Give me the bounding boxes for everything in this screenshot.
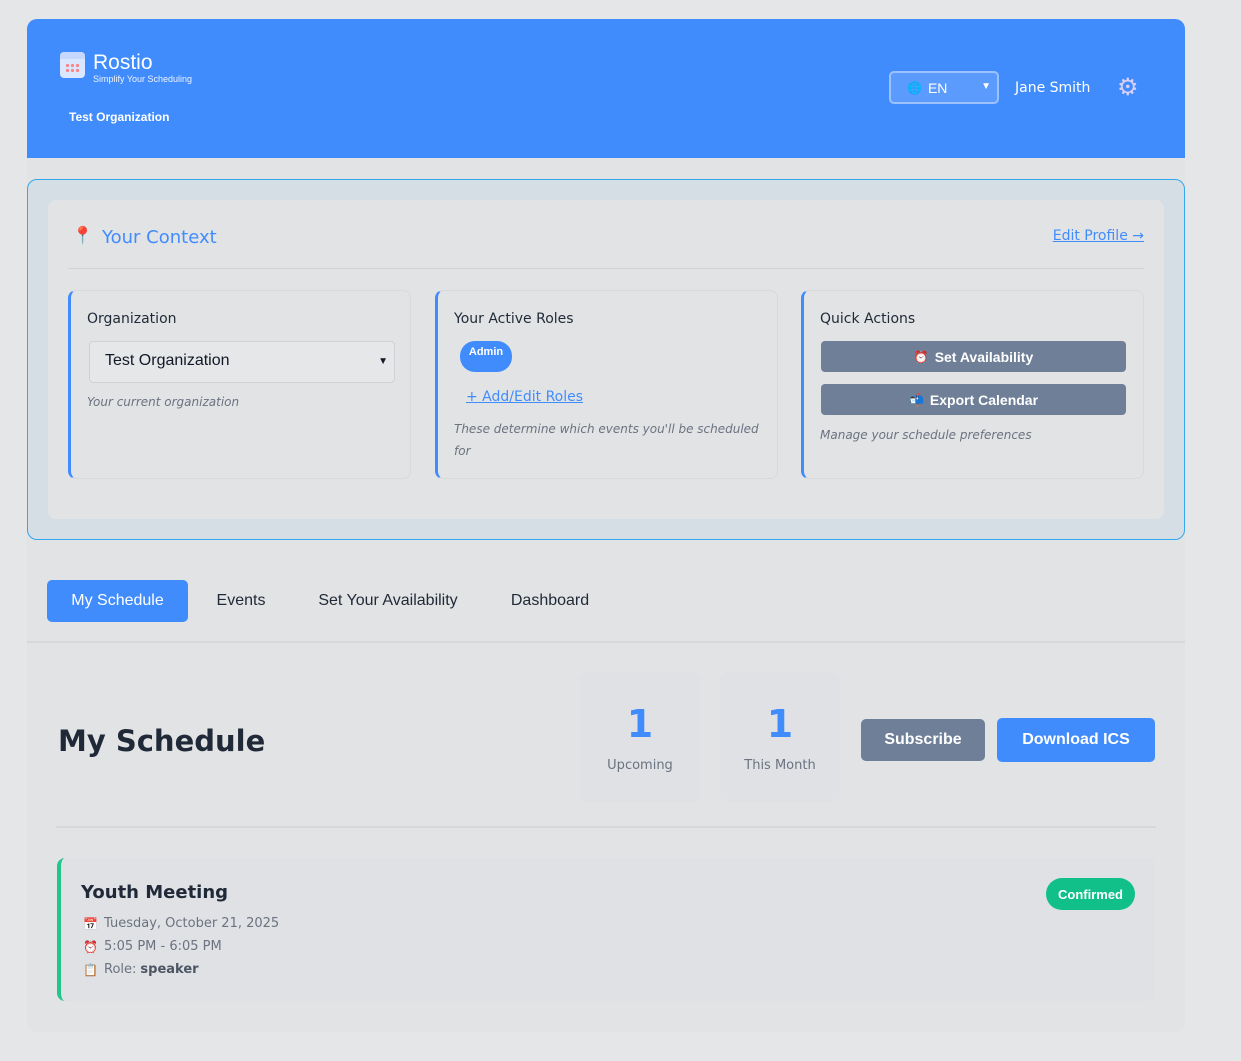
gear-icon[interactable]: ⚙ xyxy=(1117,75,1139,99)
organization-card: Organization Test Organization ▼ Your cu… xyxy=(68,290,411,479)
app-window: Rostio Simplify Your Scheduling Test Org… xyxy=(27,19,1185,1032)
roles-label: Your Active Roles xyxy=(454,311,574,327)
alarm-clock-icon: ⏰ xyxy=(83,939,98,954)
header: Rostio Simplify Your Scheduling Test Org… xyxy=(27,19,1185,158)
roles-note-line2: for xyxy=(454,444,471,458)
stat-label: Upcoming xyxy=(607,758,673,773)
roles-note-line1: These determine which events you'll be s… xyxy=(454,422,759,436)
tab-dashboard[interactable]: Dashboard xyxy=(493,580,607,622)
status-badge: Confirmed xyxy=(1046,878,1135,910)
divider xyxy=(56,826,1156,828)
header-organization: Test Organization xyxy=(69,110,170,124)
event-card[interactable]: Youth Meeting 📅 Tuesday, October 21, 202… xyxy=(57,858,1155,1001)
roles-card: Your Active Roles Admin + Add/Edit Roles… xyxy=(435,290,778,479)
event-time: ⏰ 5:05 PM - 6:05 PM xyxy=(83,939,222,954)
export-calendar-label: Export Calendar xyxy=(929,391,1039,408)
organization-select-value: Test Organization xyxy=(105,352,230,369)
globe-icon: 🌐 xyxy=(907,80,922,95)
context-inner: 📍 Your Context Edit Profile → Organizati… xyxy=(48,200,1164,519)
calendar-logo-icon xyxy=(60,52,85,78)
quick-actions-label: Quick Actions xyxy=(820,311,916,327)
stat-label: This Month xyxy=(744,758,816,773)
set-availability-label: Set Availability xyxy=(934,348,1034,365)
page-title: My Schedule xyxy=(58,724,266,758)
stat-value: 1 xyxy=(766,702,794,746)
brand-name[interactable]: Rostio xyxy=(93,51,153,75)
stat-upcoming: 1 Upcoming xyxy=(580,672,700,802)
event-title: Youth Meeting xyxy=(81,882,229,903)
download-ics-button[interactable]: Download ICS xyxy=(997,718,1155,762)
clipboard-icon: 📋 xyxy=(83,962,98,977)
tab-events[interactable]: Events xyxy=(197,580,285,622)
tab-bar: My Schedule Events Set Your Availability… xyxy=(27,580,1185,643)
event-date: 📅 Tuesday, October 21, 2025 xyxy=(83,916,279,931)
divider xyxy=(68,268,1144,269)
tab-my-schedule[interactable]: My Schedule xyxy=(47,580,188,622)
organization-note: Your current organization xyxy=(87,395,240,409)
pin-icon: 📍 xyxy=(72,226,94,246)
set-availability-button[interactable]: ⏰ Set Availability xyxy=(821,341,1126,372)
context-title: Your Context xyxy=(102,227,217,248)
mailbox-icon: 📬 xyxy=(908,392,924,407)
event-role: 📋 Role: speaker xyxy=(83,962,199,977)
role-badge-admin: Admin xyxy=(460,341,512,372)
chevron-down-icon: ▼ xyxy=(981,81,991,92)
edit-profile-link[interactable]: Edit Profile → xyxy=(1053,228,1144,244)
add-edit-roles-link[interactable]: + Add/Edit Roles xyxy=(466,389,583,405)
language-select[interactable]: 🌐 EN ▼ xyxy=(889,71,999,104)
organization-select[interactable]: Test Organization ▼ xyxy=(89,341,395,383)
stat-value: 1 xyxy=(626,702,654,746)
context-panel: 📍 Your Context Edit Profile → Organizati… xyxy=(27,179,1185,540)
event-date-text: Tuesday, October 21, 2025 xyxy=(104,916,280,931)
chevron-down-icon: ▼ xyxy=(378,356,388,367)
quick-actions-note: Manage your schedule preferences xyxy=(820,428,1032,442)
export-calendar-button[interactable]: 📬 Export Calendar xyxy=(821,384,1126,415)
event-time-text: 5:05 PM - 6:05 PM xyxy=(104,939,222,954)
roles-note: These determine which events you'll be s… xyxy=(454,418,759,462)
alarm-clock-icon: ⏰ xyxy=(913,349,929,364)
brand-tagline: Simplify Your Scheduling xyxy=(93,74,193,84)
stat-this-month: 1 This Month xyxy=(720,672,840,802)
calendar-icon: 📅 xyxy=(83,916,98,931)
event-role-value: speaker xyxy=(140,962,199,977)
quick-actions-card: Quick Actions ⏰ Set Availability 📬 Expor… xyxy=(801,290,1144,479)
subscribe-button[interactable]: Subscribe xyxy=(861,719,985,761)
event-role-label: Role: xyxy=(104,962,137,977)
user-name[interactable]: Jane Smith xyxy=(1015,80,1090,96)
organization-label: Organization xyxy=(87,311,177,327)
language-value: EN xyxy=(927,79,948,96)
tab-set-your-availability[interactable]: Set Your Availability xyxy=(301,580,475,622)
